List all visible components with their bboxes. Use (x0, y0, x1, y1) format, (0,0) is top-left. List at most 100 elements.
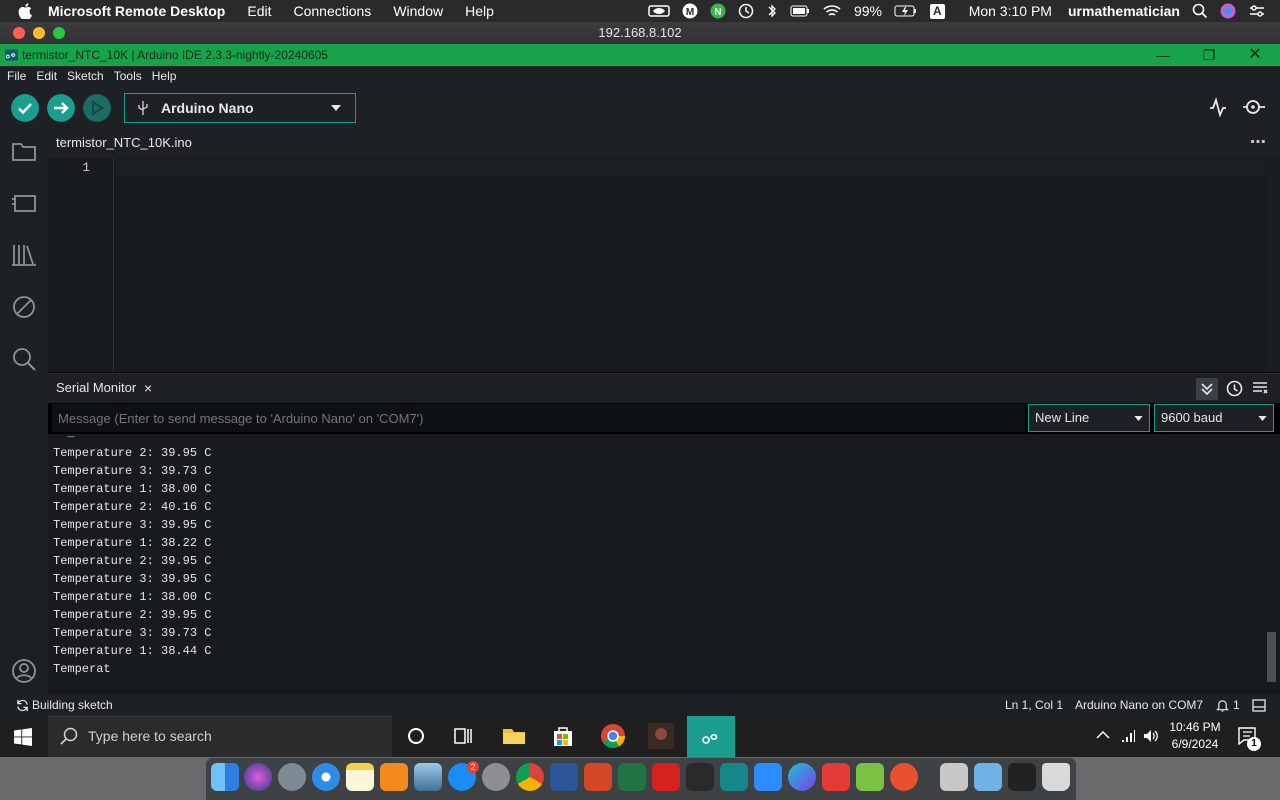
wifi-icon[interactable] (822, 4, 842, 18)
menu-edit[interactable]: Edit (247, 0, 271, 22)
notification-bell-icon[interactable] (1216, 699, 1229, 712)
books-icon[interactable] (380, 763, 408, 791)
photo-booth-icon[interactable] (822, 763, 850, 791)
menu-window[interactable]: Window (393, 0, 443, 22)
serial-line: Temperature 3: 39.95 C (53, 518, 212, 532)
minimize-icon[interactable]: — (1140, 44, 1186, 66)
siri-icon[interactable] (1220, 3, 1236, 19)
timestamp-icon[interactable] (1226, 380, 1243, 397)
zoom-icon[interactable] (754, 763, 782, 791)
editor-scrollbar[interactable] (1268, 158, 1280, 372)
chevron-up-icon[interactable] (1096, 730, 1110, 740)
serial-output[interactable]: _ Temperature 2: 39.95 C Temperature 3: … (48, 434, 1266, 695)
verify-button[interactable] (11, 94, 39, 122)
remote-desktop-icon[interactable] (890, 763, 918, 791)
menu-edit-ide[interactable]: Edit (36, 69, 57, 83)
spotlight-search-icon[interactable] (1192, 3, 1208, 19)
folder-icon[interactable] (974, 763, 1002, 791)
boards-manager-icon[interactable] (11, 190, 37, 216)
n-icon[interactable]: N (710, 3, 726, 19)
preview-icon[interactable] (414, 763, 442, 791)
chrome-icon[interactable] (600, 723, 626, 749)
menubar-clock[interactable]: Mon 3:10 PM (969, 3, 1052, 19)
file-tab[interactable]: termistor_NTC_10K.ino (48, 128, 200, 158)
battery-charging-icon[interactable] (894, 4, 918, 18)
close-window-button[interactable] (13, 27, 25, 39)
photo-app-icon[interactable] (648, 723, 674, 749)
task-view-icon[interactable] (450, 723, 476, 749)
notes-icon[interactable] (346, 763, 374, 791)
windows-start-icon[interactable] (14, 728, 32, 746)
serial-plotter-icon[interactable] (1208, 97, 1228, 117)
excel-icon[interactable] (618, 763, 646, 791)
close-serial-icon[interactable]: × (144, 380, 152, 396)
control-center-icon[interactable] (1248, 4, 1266, 18)
line-ending-select[interactable]: New Line (1028, 404, 1150, 432)
debug-icon[interactable] (11, 294, 37, 320)
battery-icon[interactable] (790, 4, 810, 18)
arduino-dock-icon[interactable] (720, 763, 748, 791)
nvidia-icon[interactable] (648, 4, 670, 18)
menubar-user[interactable]: urmathematician (1068, 3, 1180, 19)
cortana-icon[interactable] (403, 723, 429, 749)
board-port[interactable]: Arduino Nano on COM7 (1075, 695, 1203, 716)
code-editor[interactable] (48, 158, 1268, 372)
safari-icon[interactable] (312, 763, 340, 791)
windows-date: 6/9/2024 (1171, 737, 1219, 751)
finder-icon[interactable] (211, 763, 239, 791)
serial-monitor-tab[interactable]: Serial Monitor (56, 380, 136, 395)
more-options-icon[interactable]: ⋯ (1250, 132, 1266, 152)
autoscroll-icon[interactable] (1196, 378, 1218, 400)
powerpoint-icon[interactable] (584, 763, 612, 791)
volume-icon[interactable] (1142, 728, 1159, 744)
menu-connections[interactable]: Connections (293, 0, 371, 22)
time-machine-icon[interactable] (738, 3, 754, 19)
taskbar-arduino-active[interactable] (687, 716, 735, 757)
app-store-badge: 2 (467, 761, 479, 773)
account-icon[interactable] (11, 658, 37, 684)
menu-help-ide[interactable]: Help (152, 69, 177, 83)
chrome-dock-icon[interactable] (516, 763, 544, 791)
bluetooth-icon[interactable] (766, 3, 778, 19)
menu-sketch[interactable]: Sketch (67, 69, 104, 83)
menu-help[interactable]: Help (465, 0, 494, 22)
menu-tools[interactable]: Tools (114, 69, 142, 83)
app-name[interactable]: Microsoft Remote Desktop (48, 0, 225, 22)
serial-scroll-thumb[interactable] (1267, 632, 1276, 682)
serial-monitor-icon[interactable] (1242, 97, 1266, 117)
telegraph-icon[interactable] (856, 763, 884, 791)
debug-button[interactable] (83, 94, 111, 122)
launchpad-icon[interactable] (278, 763, 306, 791)
m-icon[interactable]: M (682, 3, 698, 19)
screenshot-icon[interactable] (940, 763, 968, 791)
input-source-icon[interactable]: A (930, 3, 945, 19)
restore-icon[interactable]: ❐ (1186, 44, 1232, 66)
file-explorer-icon[interactable] (501, 723, 527, 749)
ms-store-icon[interactable] (550, 723, 576, 749)
board-selector[interactable]: Arduino Nano (124, 93, 356, 123)
network-icon[interactable] (1120, 728, 1136, 744)
word-icon[interactable] (550, 763, 578, 791)
mendeley-icon[interactable] (652, 763, 680, 791)
system-preferences-icon[interactable] (482, 763, 510, 791)
zoom-window-button[interactable] (53, 27, 65, 39)
serial-message-input[interactable] (52, 404, 1025, 432)
pointerfocus-icon[interactable] (686, 763, 714, 791)
sketchbook-folder-icon[interactable] (11, 138, 37, 164)
close-icon[interactable]: ✕ (1232, 44, 1278, 66)
trash-icon[interactable] (1042, 763, 1070, 791)
siri-dock-icon[interactable] (244, 763, 272, 791)
upload-button[interactable] (47, 94, 75, 122)
cursor-position[interactable]: Ln 1, Col 1 (1005, 695, 1063, 716)
toggle-panel-icon[interactable] (1252, 699, 1266, 712)
search-icon[interactable] (11, 346, 37, 372)
apple-icon[interactable] (18, 3, 32, 19)
clear-output-icon[interactable] (1252, 381, 1268, 395)
terminal-icon[interactable] (1008, 763, 1036, 791)
minimize-window-button[interactable] (33, 27, 45, 39)
baud-rate-select[interactable]: 9600 baud (1154, 404, 1274, 432)
windows-clock[interactable]: 10:46 PM 6/9/2024 (1164, 719, 1226, 753)
canva-icon[interactable] (788, 763, 816, 791)
library-manager-icon[interactable] (11, 242, 37, 268)
menu-file[interactable]: File (7, 69, 26, 83)
